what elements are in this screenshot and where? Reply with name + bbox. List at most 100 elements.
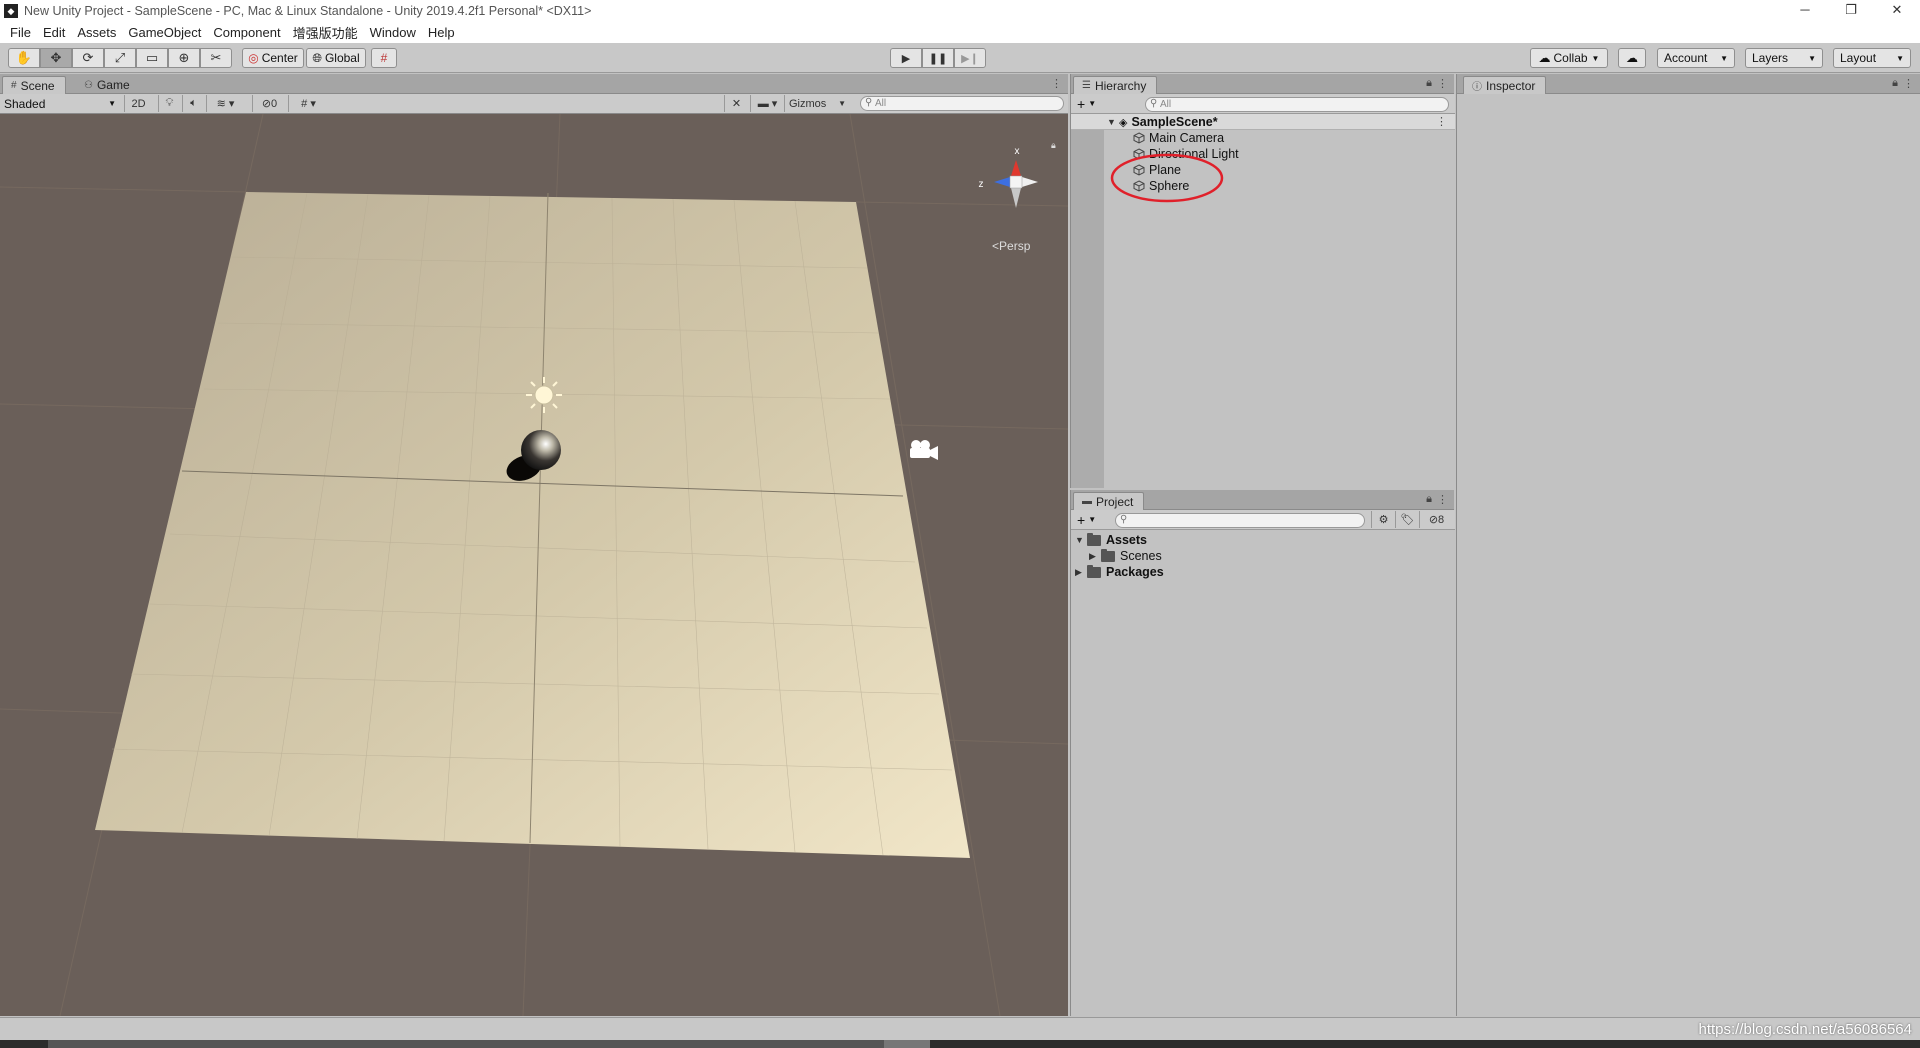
project-item-packages[interactable]: ▶ Packages [1075, 564, 1164, 580]
lock-icon[interactable]: 🔒︎ [1426, 493, 1432, 506]
gameobject-cube-icon [1133, 132, 1145, 144]
create-dropdown[interactable]: + ▼ [1077, 95, 1096, 112]
grid-dropdown-icon[interactable]: # ▾ [288, 95, 328, 112]
lighting-toggle-icon[interactable]: 💡︎ [158, 95, 180, 112]
play-button-icon[interactable]: ▶ [890, 48, 922, 68]
taskbar-segment [884, 1040, 930, 1048]
menu-window[interactable]: Window [364, 25, 422, 40]
scene-menu-icon[interactable]: ⋮ [1436, 115, 1447, 128]
chevron-down-icon: ▼ [1591, 53, 1600, 63]
tab-inspector[interactable]: ⓘ Inspector [1463, 76, 1547, 94]
hierarchy-panel: ☰Hierarchy 🔒︎ ⋮ +▼ All ▼ ◈ SampleScene* … [1070, 74, 1455, 488]
scale-tool-icon[interactable]: ⤢ [104, 48, 136, 68]
layout-dropdown[interactable]: Layout ▼ [1833, 48, 1911, 68]
tab-scene[interactable]: # Scene [2, 76, 66, 94]
scene-panel: # Scene ⚇ Game ⋮ Shaded ▼ 2D 💡︎ 🔈︎ ≋ ▾ ⊘ 0 #… [0, 74, 1068, 1016]
step-button-icon[interactable]: ▶❙ [954, 48, 986, 68]
transform-tool-icon[interactable]: ⊕ [168, 48, 200, 68]
cloud-icon: ☁ [1626, 51, 1638, 65]
create-dropdown[interactable]: + ▼ [1077, 511, 1096, 528]
account-dropdown[interactable]: Account ▼ [1657, 48, 1735, 68]
hidden-packages-toggle[interactable]: ⊘ 8 [1419, 511, 1453, 528]
scene-render: x z 🔒︎ <Persp [0, 114, 1068, 1016]
panel-menu-icon[interactable]: ⋮ [1437, 77, 1448, 90]
project-item-assets[interactable]: ▼ Assets [1075, 532, 1147, 548]
camera-gizmo[interactable] [910, 440, 938, 460]
chevron-down-icon: ▼ [108, 99, 116, 108]
lock-icon[interactable]: 🔒︎ [1051, 140, 1056, 150]
scene-tab-strip: # Scene ⚇ Game ⋮ [0, 74, 1068, 94]
tab-game[interactable]: ⚇ Game [76, 76, 140, 94]
chevron-down-icon: ▼ [1088, 515, 1097, 524]
cloud-button[interactable]: ☁ [1618, 48, 1646, 68]
hierarchy-toolbar: +▼ All [1071, 94, 1455, 114]
menu-edit[interactable]: Edit [37, 25, 71, 40]
hand-tool-icon[interactable]: ✋ [8, 48, 40, 68]
chevron-down-icon: ▼ [838, 99, 846, 108]
project-panel: ▬Project 🔒︎ ⋮ +▼ ⚙ 🏷︎ ⊘8 ▼ Assets ▶ Scen… [1070, 490, 1455, 1016]
filter-by-type-icon[interactable]: ⚙ [1371, 511, 1395, 528]
move-tool-icon[interactable]: ✥ [40, 48, 72, 68]
project-search-input[interactable] [1115, 513, 1365, 528]
axis-x-label: x [1015, 146, 1020, 157]
directional-light-gizmo[interactable] [526, 377, 562, 413]
space-toggle-button[interactable]: 🌐︎ Global [306, 48, 366, 68]
inspector-tab-strip: ⓘ Inspector 🔒︎ ⋮ [1457, 74, 1920, 94]
menu-assets[interactable]: Assets [71, 25, 122, 40]
rotate-tool-icon[interactable]: ⟳ [72, 48, 104, 68]
menu-enhanced-features[interactable]: 增强版功能 [287, 23, 364, 42]
hidden-objects-toggle[interactable]: ⊘ 0 [252, 95, 286, 112]
collab-icon: ☁︎ [1538, 51, 1551, 65]
panel-menu-icon[interactable]: ⋮ [1051, 77, 1062, 90]
tab-hierarchy[interactable]: ☰ Hierarchy [1073, 76, 1158, 94]
minimize-button[interactable]: ─ [1782, 0, 1828, 22]
restore-button[interactable]: ❐ [1828, 0, 1874, 22]
filter-by-label-icon[interactable]: 🏷︎ [1395, 511, 1419, 528]
axis-z-label: z [979, 179, 984, 190]
expand-arrow-icon[interactable]: ▼ [1075, 535, 1087, 545]
lock-icon[interactable]: 🔒︎ [1426, 77, 1432, 90]
menu-file[interactable]: File [4, 25, 37, 40]
close-button[interactable]: ✕ [1874, 0, 1920, 22]
menu-gameobject[interactable]: GameObject [122, 25, 207, 40]
collab-dropdown[interactable]: ☁︎ Collab ▼ [1530, 48, 1608, 68]
rect-tool-icon[interactable]: ▭ [136, 48, 168, 68]
scene-header-row[interactable]: ▼ ◈ SampleScene* ⋮ [1071, 114, 1455, 130]
gizmos-dropdown[interactable]: Gizmos ▼ [784, 95, 850, 112]
globe-icon: 🌐︎ [312, 50, 322, 65]
sphere-object[interactable] [521, 430, 561, 470]
audio-toggle-icon[interactable]: 🔈︎ [182, 95, 204, 112]
panel-menu-icon[interactable]: ⋮ [1903, 77, 1914, 90]
custom-tool-icon[interactable]: ✂ [200, 48, 232, 68]
pivot-toggle-button[interactable]: ◎ Center [242, 48, 304, 68]
effects-dropdown-icon[interactable]: ≋ ▾ [206, 95, 244, 112]
watermark-text: https://blog.csdn.net/a56086564 [1698, 1021, 1912, 1038]
scene-viewport[interactable]: x z 🔒︎ <Persp [0, 114, 1068, 1016]
taskbar-segment [48, 1040, 884, 1048]
scene-search-input[interactable]: All [860, 96, 1064, 111]
menu-help[interactable]: Help [422, 25, 461, 40]
collapse-arrow-icon[interactable]: ▶ [1089, 551, 1101, 562]
game-controller-icon: ⚇ [84, 79, 93, 91]
lock-icon[interactable]: 🔒︎ [1892, 77, 1898, 90]
project-item-scenes[interactable]: ▶ Scenes [1089, 548, 1162, 564]
projection-label[interactable]: <Persp [992, 239, 1031, 253]
chevron-down-icon: ▼ [1720, 53, 1728, 63]
toggle-2d-button[interactable]: 2D [124, 95, 152, 112]
pause-button-icon[interactable]: ❚❚ [922, 48, 954, 68]
collapse-arrow-icon[interactable]: ▶ [1075, 567, 1087, 578]
camera-dropdown-icon[interactable]: ▬ ▾ [750, 95, 784, 112]
orientation-gizmo[interactable] [994, 160, 1038, 208]
shading-mode-dropdown[interactable]: Shaded ▼ [4, 95, 116, 112]
panel-menu-icon[interactable]: ⋮ [1437, 493, 1448, 506]
inspector-panel: ⓘ Inspector 🔒︎ ⋮ [1456, 74, 1920, 1016]
pivot-icon: ◎ [248, 51, 259, 65]
menu-component[interactable]: Component [207, 25, 286, 40]
tab-project[interactable]: ▬ Project [1073, 492, 1145, 510]
layers-dropdown[interactable]: Layers ▼ [1745, 48, 1823, 68]
grid-snap-button[interactable]: # [371, 48, 397, 68]
hierarchy-item-main-camera[interactable]: Main Camera [1133, 130, 1224, 146]
tools-icon[interactable]: ✕ [724, 95, 748, 112]
expand-arrow-icon[interactable]: ▼ [1107, 117, 1119, 127]
hierarchy-search-input[interactable]: All [1145, 97, 1449, 112]
